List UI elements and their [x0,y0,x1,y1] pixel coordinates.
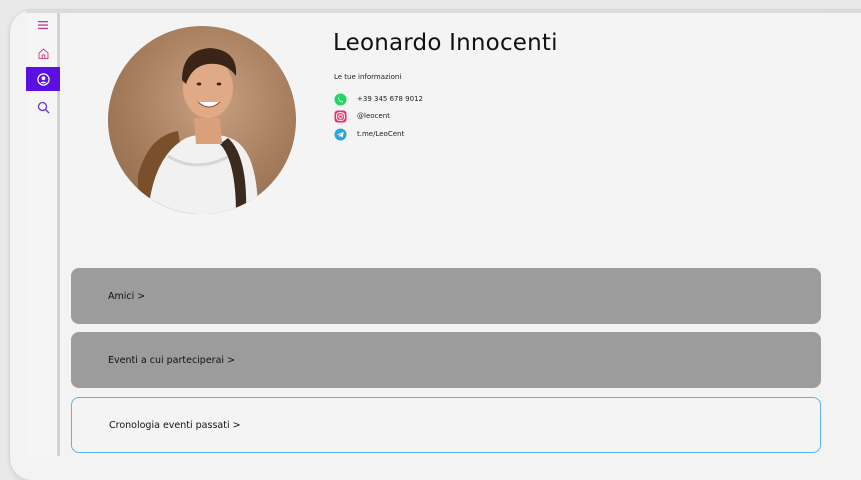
upcoming-events-label: Eventi a cui parteciperai > [108,354,236,366]
sidebar-item-search[interactable] [26,95,60,119]
telegram-icon [334,128,347,140]
profile-name: Leonardo Innocenti [333,30,558,56]
menu-button[interactable] [26,13,60,37]
contact-instagram[interactable]: @leocent [334,109,390,123]
menu-icon [38,21,48,30]
home-icon [38,47,48,59]
contact-instagram-handle: @leocent [357,112,390,120]
user-icon [36,72,50,86]
past-events-history-button[interactable]: Cronologia eventi passati > [71,397,821,453]
friends-section-button[interactable]: Amici > [71,268,821,324]
contact-telegram-link: t.me/LeoCent [357,130,405,138]
search-icon [37,101,49,113]
sidebar-item-profile[interactable] [26,67,60,91]
contact-phone: +39 345 678 9012 [357,95,423,103]
whatsapp-icon [334,93,347,105]
past-events-history-label: Cronologia eventi passati > [109,419,241,431]
contact-telegram[interactable]: t.me/LeoCent [334,127,404,141]
sidebar-item-home[interactable] [26,41,60,65]
person-photo [138,48,258,214]
instagram-icon [334,110,347,122]
friends-section-label: Amici > [108,290,146,302]
upcoming-events-button[interactable]: Eventi a cui parteciperai > [71,332,821,388]
info-section-title: Le tue informazioni [334,73,402,81]
profile-avatar [108,26,296,214]
sidebar [26,13,60,456]
contact-whatsapp[interactable]: +39 345 678 9012 [334,92,423,106]
